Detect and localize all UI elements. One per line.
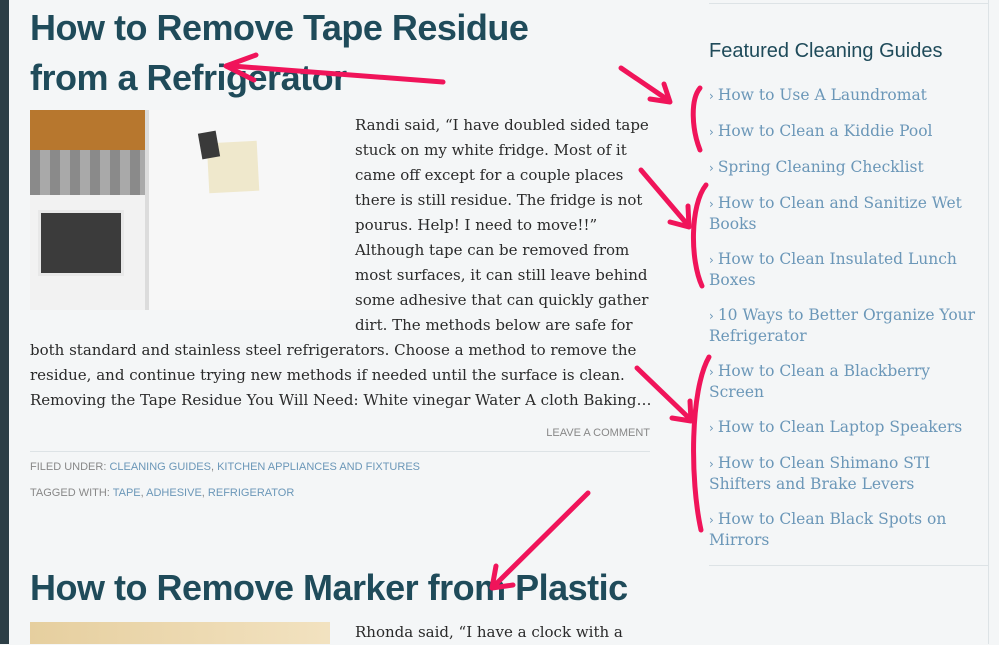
chevron-right-icon: ›: [709, 513, 714, 527]
post-meta-divider: [30, 451, 650, 452]
guide-link-label[interactable]: Spring Cleaning Checklist: [718, 158, 924, 176]
annotation-arrowhead: [647, 81, 673, 105]
guide-link-label[interactable]: How to Clean Laptop Speakers: [718, 418, 962, 436]
annotation-arrowhead: [669, 398, 694, 424]
leave-comment-link[interactable]: LEAVE A COMMENT: [546, 427, 650, 439]
guide-link[interactable]: › How to Clean a Kiddie Pool: [709, 121, 981, 142]
chevron-right-icon: ›: [709, 309, 714, 323]
guide-link[interactable]: › 10 Ways to Better Organize Your Refrige…: [709, 305, 981, 346]
category-link[interactable]: KITCHEN APPLIANCES AND FIXTURES: [217, 461, 420, 473]
annotation-arrow: [618, 65, 671, 103]
thumbnail-tile: [30, 150, 145, 195]
guide-link[interactable]: › How to Clean a Blackberry Screen: [709, 361, 981, 402]
guide-link-label[interactable]: How to Clean Black Spots on Mirrors: [709, 510, 946, 549]
post-excerpt: Rhonda said, “I have a clock with a: [355, 623, 623, 641]
chevron-right-icon: ›: [709, 421, 714, 435]
guide-link-label[interactable]: How to Clean and Sanitize Wet Books: [709, 194, 962, 233]
sidebar-divider: [709, 3, 988, 4]
post-thumbnail[interactable]: [30, 110, 330, 310]
chevron-right-icon: ›: [709, 365, 714, 379]
guide-link[interactable]: › How to Clean Shimano STI Shifters and B…: [709, 453, 981, 494]
guide-link[interactable]: › How to Clean Laptop Speakers: [709, 417, 981, 438]
filed-under: FILED UNDER: CLEANING GUIDES, KITCHEN AP…: [30, 461, 420, 473]
post-title[interactable]: How to Remove Tape Residue from a Refrig…: [30, 3, 550, 103]
filed-under-label: FILED UNDER:: [30, 461, 107, 473]
guide-link[interactable]: › How to Clean Black Spots on Mirrors: [709, 509, 981, 550]
guide-link-label[interactable]: How to Clean a Blackberry Screen: [709, 362, 930, 401]
chevron-right-icon: ›: [709, 197, 714, 211]
sidebar-border: [988, 0, 989, 644]
guide-link-label[interactable]: How to Clean Insulated Lunch Boxes: [709, 250, 957, 289]
thumbnail-cabinet: [30, 110, 145, 150]
annotation-bracket: [690, 182, 709, 289]
tag-link[interactable]: TAPE: [113, 487, 141, 499]
guide-link[interactable]: › How to Clean Insulated Lunch Boxes: [709, 249, 981, 290]
sidebar-divider: [709, 565, 988, 566]
guide-link-label[interactable]: How to Clean a Kiddie Pool: [718, 122, 933, 140]
chevron-right-icon: ›: [709, 457, 714, 471]
annotation-bracket: [691, 354, 712, 533]
thumbnail-oven-window: [38, 210, 124, 276]
left-edge-bar: [0, 0, 9, 644]
thumbnail-fridge: [145, 110, 330, 310]
leave-comment-label[interactable]: LEAVE A COMMENT: [546, 427, 650, 439]
chevron-right-icon: ›: [709, 161, 714, 175]
guide-link-label[interactable]: How to Use A Laundromat: [718, 86, 927, 104]
tag-link[interactable]: REFRIGERATOR: [208, 487, 294, 499]
guide-link-label[interactable]: How to Clean Shimano STI Shifters and Br…: [709, 454, 930, 493]
chevron-right-icon: ›: [709, 125, 714, 139]
annotation-bracket: [690, 85, 703, 153]
chevron-right-icon: ›: [709, 89, 714, 103]
widget-title: Featured Cleaning Guides: [709, 40, 943, 62]
post-excerpt-bottom: both standard and stainless steel refrig…: [30, 341, 652, 409]
tagged-with: TAGGED WITH: TAPE, ADHESIVE, REFRIGERATO…: [30, 487, 295, 499]
tagged-with-label: TAGGED WITH:: [30, 487, 110, 499]
chevron-right-icon: ›: [709, 253, 714, 267]
category-link[interactable]: CLEANING GUIDES: [109, 461, 210, 473]
annotation-arrowhead: [667, 203, 692, 230]
guide-link[interactable]: › How to Clean and Sanitize Wet Books: [709, 193, 981, 234]
tag-link[interactable]: ADHESIVE: [146, 487, 202, 499]
post-excerpt-top: Randi said, “I have doubled sided tape s…: [355, 116, 649, 334]
post-thumbnail[interactable]: [30, 622, 330, 644]
featured-guides-list: › How to Use A Laundromat › How to Clean a…: [709, 85, 981, 565]
guide-link[interactable]: › How to Use A Laundromat: [709, 85, 981, 106]
guide-link-label[interactable]: 10 Ways to Better Organize Your Refriger…: [709, 306, 975, 345]
guide-link[interactable]: › Spring Cleaning Checklist: [709, 157, 981, 178]
post-title[interactable]: How to Remove Marker from Plastic: [30, 563, 628, 613]
